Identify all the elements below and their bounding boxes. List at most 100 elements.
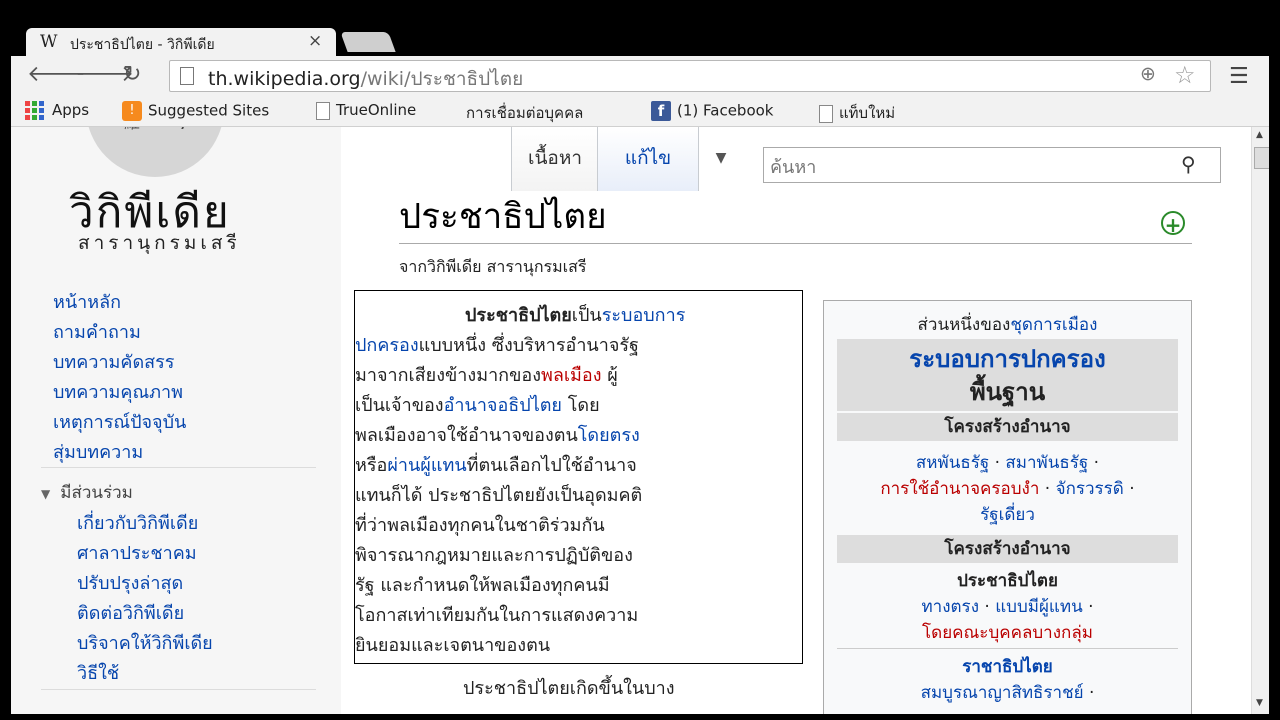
link-hegemony[interactable]: การใช้อำนาจครอบงำ bbox=[880, 479, 1039, 499]
browser-toolbar: 🡐 🡒 ↻ th.wikipedia.org/wiki/ประชาธิปไตย … bbox=[11, 56, 1269, 96]
infobox-text: ส่วนหนึ่งของ bbox=[917, 315, 1011, 335]
lead-text: พลเมืองอาจใช้อำนาจของตน bbox=[355, 425, 578, 446]
address-bar[interactable]: th.wikipedia.org/wiki/ประชาธิปไตย ⊕ ☆ bbox=[169, 60, 1211, 92]
lead-text: ผู้ bbox=[601, 365, 618, 386]
infobox: ส่วนหนึ่งของชุดการเมือง ระบอบการปกครอง พ… bbox=[823, 300, 1192, 714]
nav-random-article[interactable]: สุ่มบทความ bbox=[53, 438, 186, 468]
globe-glyph: 7 bbox=[178, 127, 189, 134]
search-input[interactable]: ค้นหา ⚲ bbox=[763, 147, 1221, 183]
vertical-scrollbar[interactable]: ▲ ▼ bbox=[1251, 127, 1269, 714]
close-tab-icon[interactable]: × bbox=[308, 31, 322, 51]
page-icon bbox=[316, 101, 330, 120]
link-representative[interactable]: ผ่านผู้แทน bbox=[387, 455, 466, 476]
url-host: th.wikipedia.org bbox=[208, 68, 361, 90]
page-icon bbox=[180, 67, 194, 85]
infobox-title: ระบอบการปกครอง พื้นฐาน bbox=[837, 339, 1178, 411]
scrollbar-thumb[interactable] bbox=[1254, 147, 1269, 169]
zoom-icon[interactable]: ⊕ bbox=[1140, 63, 1156, 85]
infobox-section-heading: โครงสร้างอำนาจ bbox=[837, 535, 1178, 563]
link-monarchy[interactable]: ราชาธิปไตย bbox=[962, 657, 1052, 677]
link-unitary-state[interactable]: รัฐเดี่ยว bbox=[980, 505, 1035, 525]
new-tab-button[interactable] bbox=[340, 32, 396, 52]
search-icon[interactable]: ⚲ bbox=[1181, 152, 1196, 176]
lead-line: รัฐ และกำหนดให้พลเมืองทุกคนมี bbox=[355, 575, 610, 596]
infobox-divider bbox=[837, 648, 1178, 649]
nav-featured-articles[interactable]: บทความคัดสรร bbox=[53, 348, 186, 378]
link-federation[interactable]: สหพันธรัฐ bbox=[916, 453, 989, 473]
link-oligarchy-group[interactable]: โดยคณะบุคคลบางกลุ่ม bbox=[922, 623, 1093, 643]
lead-line: มาจากเสียงข้างมากของพลเมือง ผู้ bbox=[355, 361, 796, 391]
wikipedia-globe-logo[interactable]: 維7 bbox=[86, 127, 224, 177]
bookmarks-bar: Apps ! Suggested Sites TrueOnline การเชื่… bbox=[11, 96, 1269, 127]
bullet: · bbox=[1083, 683, 1095, 703]
bookmark-apps[interactable]: Apps bbox=[25, 101, 89, 120]
bookmark-trueonline[interactable]: TrueOnline bbox=[316, 101, 416, 120]
nav-good-articles[interactable]: บทความคุณภาพ bbox=[53, 378, 186, 408]
from-wikipedia: จากวิกิพีเดีย สารานุกรมเสรี bbox=[399, 257, 587, 276]
link-direct[interactable]: โดยตรง bbox=[578, 425, 640, 446]
infobox-section-heading: โครงสร้างอำนาจ bbox=[837, 413, 1178, 441]
lead-line: เป็นเจ้าของอำนาจอธิปไตย โดย bbox=[355, 391, 796, 421]
link-empire[interactable]: จักรวรรดิ bbox=[1056, 479, 1124, 499]
link-absolute-monarchy[interactable]: สมบูรณาญาสิทธิราชย์ bbox=[921, 683, 1084, 703]
nav-donate[interactable]: บริจาคให้วิกิพีเดีย bbox=[77, 629, 213, 659]
infobox-subtitle: พื้นฐาน bbox=[969, 378, 1046, 406]
participate-heading[interactable]: ▼ มีส่วนร่วม bbox=[41, 479, 133, 506]
scroll-up-icon[interactable]: ▲ bbox=[1256, 130, 1263, 140]
more-actions-dropdown-icon[interactable]: ▼ bbox=[699, 127, 743, 191]
lead-line: พิจารณากฎหมายและการปฏิบัติของ bbox=[355, 545, 633, 566]
link-politics-series[interactable]: ชุดการเมือง bbox=[1010, 315, 1097, 335]
link-regime[interactable]: ปกครอง bbox=[355, 335, 419, 356]
tab-edit[interactable]: แก้ไข bbox=[597, 127, 699, 191]
infobox-row: รัฐเดี่ยว bbox=[824, 501, 1191, 528]
lead-paragraph: ประชาธิปไตยเป็นระบอบการ ปกครองแบบหนึ่ง ซ… bbox=[354, 290, 803, 664]
tab-title: ประชาธิปไตย - วิกิพีเดีย bbox=[70, 37, 215, 53]
lead-text: เป็นเจ้าของ bbox=[355, 395, 444, 416]
link-sovereignty[interactable]: อำนาจอธิปไตย bbox=[444, 395, 562, 416]
browser-tab[interactable]: W ประชาธิปไตย - วิกิพีเดีย × bbox=[26, 28, 336, 56]
bookmark-suggested-sites[interactable]: ! Suggested Sites bbox=[122, 101, 269, 121]
link-form-of-government[interactable]: ระบอบการปกครอง bbox=[837, 339, 1178, 377]
bookmark-facebook[interactable]: f (1) Facebook bbox=[651, 101, 774, 121]
nav-help[interactable]: วิธีใช้ bbox=[77, 659, 213, 689]
nav-about-wikipedia[interactable]: เกี่ยวกับวิกิพีเดีย bbox=[77, 509, 213, 539]
lead-line: ยินยอมและเจตนาของตน bbox=[355, 635, 551, 656]
lead-line: ประชาธิปไตยเป็นระบอบการ bbox=[465, 301, 796, 331]
lead-line: พลเมืองอาจใช้อำนาจของตนโดยตรง bbox=[355, 421, 796, 451]
tab-read[interactable]: เนื้อหา bbox=[511, 127, 598, 191]
lead-text: หรือ bbox=[355, 455, 388, 476]
lead-line: โอกาสเท่าเทียมกันในการแสดงความ bbox=[355, 605, 639, 626]
infobox-part-of: ส่วนหนึ่งของชุดการเมือง bbox=[824, 311, 1191, 338]
link-direct-democracy[interactable]: ทางตรง bbox=[921, 597, 979, 617]
link-citizen[interactable]: พลเมือง bbox=[541, 365, 602, 386]
plus-circle-icon[interactable]: + bbox=[1161, 211, 1185, 237]
nav-contact[interactable]: ติดต่อวิกิพีเดีย bbox=[77, 599, 213, 629]
bookmark-star-icon[interactable]: ☆ bbox=[1174, 61, 1196, 89]
sidebar-divider bbox=[41, 689, 316, 690]
bookmark-label: การเชื่อมต่อบุคคล bbox=[466, 104, 584, 122]
bold-term: ประชาธิปไตย bbox=[465, 305, 572, 326]
nav-community-portal[interactable]: ศาลาประชาคม bbox=[77, 539, 213, 569]
nav-ask-question[interactable]: ถามคำถาม bbox=[53, 318, 186, 348]
facebook-icon: f bbox=[651, 101, 671, 121]
main-navigation: หน้าหลัก ถามคำถาม บทความคัดสรร บทความคุณ… bbox=[53, 288, 186, 468]
nav-recent-changes[interactable]: ปรับปรุงล่าสุด bbox=[77, 569, 213, 599]
nav-main-page[interactable]: หน้าหลัก bbox=[53, 288, 186, 318]
link-representative-democracy[interactable]: แบบมีผู้แทน bbox=[995, 597, 1083, 617]
bookmark-label: แท็บใหม่ bbox=[839, 104, 896, 122]
infobox-row: สมบูรณาญาสิทธิราชย์ · bbox=[824, 679, 1191, 706]
bookmark-new-tab[interactable]: แท็บใหม่ bbox=[819, 101, 895, 125]
apps-grid-icon bbox=[25, 101, 44, 120]
url-text[interactable]: th.wikipedia.org/wiki/ประชาธิปไตย bbox=[208, 64, 523, 94]
nav-current-events[interactable]: เหตุการณ์ปัจจุบัน bbox=[53, 408, 186, 438]
bullet: · bbox=[979, 597, 996, 617]
scroll-down-icon[interactable]: ▼ bbox=[1256, 698, 1263, 708]
link-regime[interactable]: ระบอบการ bbox=[602, 305, 686, 326]
infobox-row: การใช้อำนาจครอบงำ · จักรวรรดิ · bbox=[824, 475, 1191, 502]
reload-icon[interactable]: ↻ bbox=[123, 62, 141, 88]
bookmark-connections[interactable]: การเชื่อมต่อบุคคล bbox=[460, 101, 583, 125]
bookmark-label: Apps bbox=[52, 101, 90, 119]
link-confederation[interactable]: สมาพันธรัฐ bbox=[1005, 453, 1088, 473]
sidebar: 維7 วิกิพีเดีย สารานุกรมเสรี หน้าหลัก ถาม… bbox=[11, 127, 341, 714]
chrome-menu-icon[interactable]: ☰ bbox=[1229, 64, 1249, 89]
